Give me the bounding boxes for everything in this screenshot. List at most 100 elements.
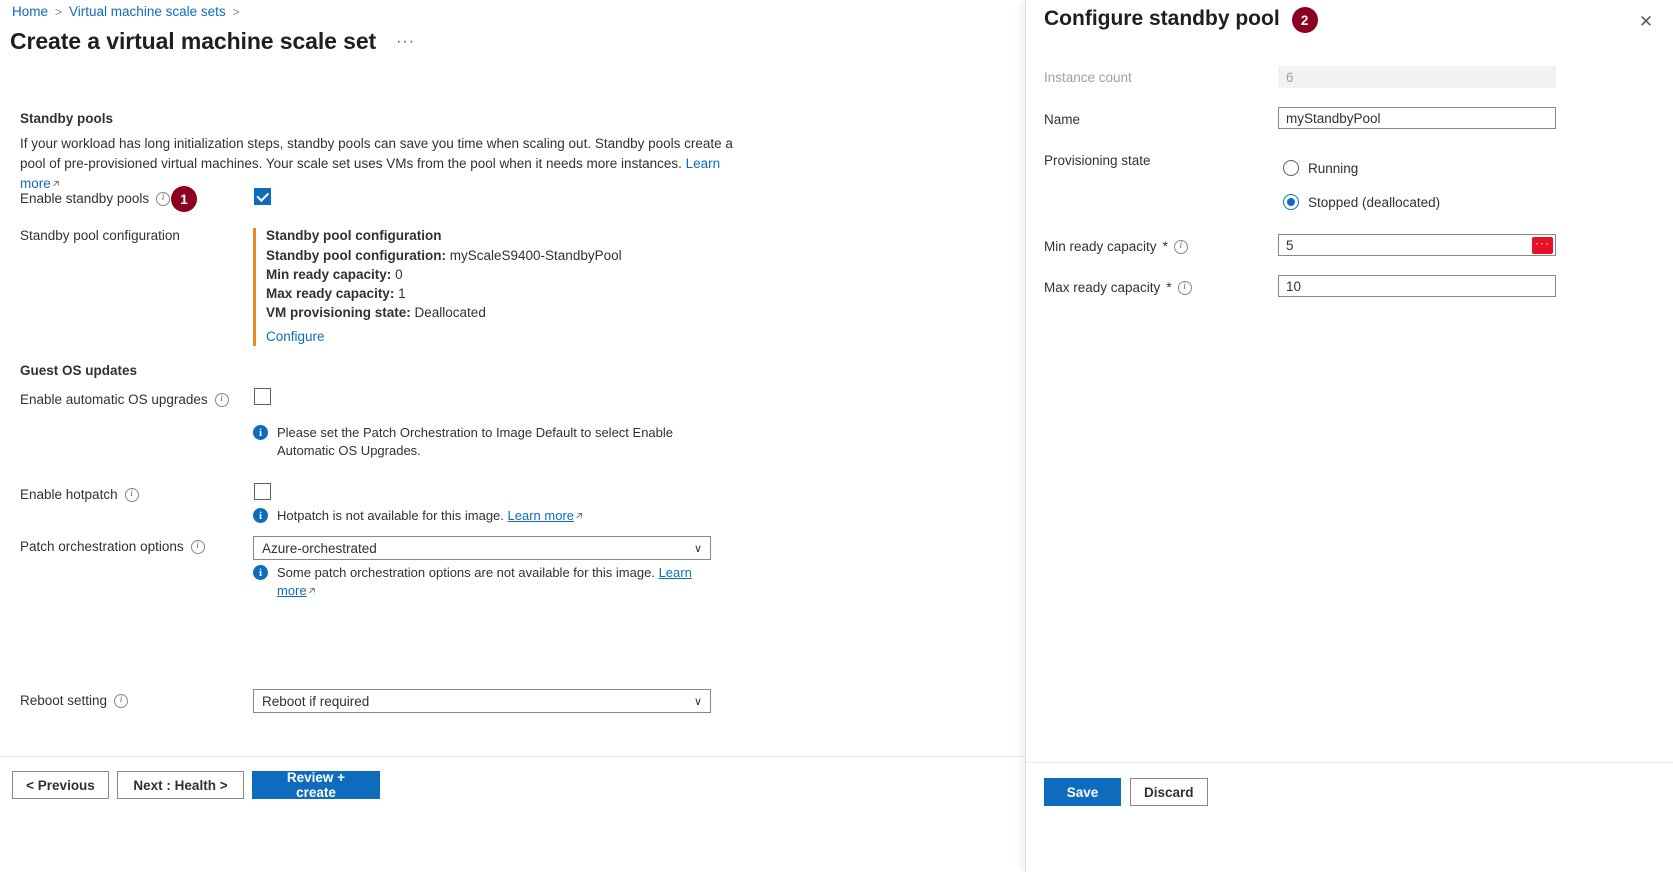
info-circle-icon: i xyxy=(253,508,268,523)
config-summary-name-line: Standby pool configuration: myScaleS9400… xyxy=(266,246,723,265)
radio-icon xyxy=(1283,160,1299,176)
panel-footer-buttons: Save Discard xyxy=(1044,778,1208,806)
config-summary-max-label: Max ready capacity: xyxy=(266,286,394,301)
provisioning-state-label: Provisioning state xyxy=(1044,153,1151,168)
panel-title: Configure standby pool xyxy=(1044,7,1280,31)
hotpatch-note-text: Hotpatch is not available for this image… xyxy=(277,508,504,523)
panel-footer-divider xyxy=(1026,762,1673,763)
max-ready-capacity-label-row: Max ready capacity * i xyxy=(1044,280,1192,295)
reboot-setting-value: Reboot if required xyxy=(262,694,369,709)
reboot-setting-label-row: Reboot setting i xyxy=(20,693,128,708)
required-asterisk: * xyxy=(1166,280,1171,295)
external-link-icon: 🡥 xyxy=(576,511,582,522)
reboot-setting-dropdown[interactable]: Reboot if required ∨ xyxy=(253,689,711,713)
enable-automatic-os-upgrades-label-row: Enable automatic OS upgrades i xyxy=(20,392,229,407)
config-summary-max-line: Max ready capacity: 1 xyxy=(266,284,723,303)
external-link-icon: 🡥 xyxy=(53,179,59,190)
patch-orchestration-note-text: Some patch orchestration options are not… xyxy=(277,565,655,580)
provisioning-state-option-running-label: Running xyxy=(1308,161,1358,176)
more-options-icon[interactable]: ··· xyxy=(392,31,419,53)
enable-automatic-os-upgrades-checkbox[interactable] xyxy=(254,388,271,405)
next-health-button[interactable]: Next : Health > xyxy=(117,771,244,799)
standby-pools-section-title: Standby pools xyxy=(20,111,113,126)
info-circle-icon: i xyxy=(253,565,268,580)
patch-orchestration-note: i Some patch orchestration options are n… xyxy=(253,564,723,601)
config-summary-max-value: 1 xyxy=(398,286,406,301)
info-icon[interactable]: i xyxy=(215,393,229,407)
hotpatch-note: i Hotpatch is not available for this ima… xyxy=(253,507,713,526)
provisioning-state-option-stopped[interactable]: Stopped (deallocated) xyxy=(1283,194,1440,210)
validation-error-icon[interactable]: ··· xyxy=(1532,237,1553,254)
info-icon[interactable]: i xyxy=(114,694,128,708)
enable-hotpatch-label: Enable hotpatch xyxy=(20,487,118,502)
provisioning-state-option-stopped-label: Stopped (deallocated) xyxy=(1308,195,1440,210)
enable-standby-pools-label-row: Enable standby pools i xyxy=(20,191,170,206)
hotpatch-learn-more-link[interactable]: Learn more xyxy=(508,508,574,523)
review-create-button[interactable]: Review + create xyxy=(252,771,380,799)
close-icon[interactable]: ✕ xyxy=(1635,10,1657,32)
provisioning-state-option-running[interactable]: Running xyxy=(1283,160,1358,176)
max-ready-capacity-input[interactable]: 10 xyxy=(1278,275,1556,297)
configure-link[interactable]: Configure xyxy=(266,329,325,344)
name-input[interactable]: myStandbyPool xyxy=(1278,107,1556,129)
standby-pools-description-text: If your workload has long initialization… xyxy=(20,136,733,171)
name-value: myStandbyPool xyxy=(1286,111,1381,126)
info-icon[interactable]: i xyxy=(156,192,170,206)
patch-orchestration-options-dropdown[interactable]: Azure-orchestrated ∨ xyxy=(253,536,711,560)
footer-divider xyxy=(0,756,1025,757)
enable-automatic-os-upgrades-label: Enable automatic OS upgrades xyxy=(20,392,208,407)
hotpatch-note-wrap: Hotpatch is not available for this image… xyxy=(277,507,583,526)
info-circle-icon: i xyxy=(253,425,268,440)
required-asterisk: * xyxy=(1163,239,1168,254)
save-button[interactable]: Save xyxy=(1044,778,1121,806)
instance-count-value: 6 xyxy=(1286,70,1294,85)
min-ready-capacity-value: 5 xyxy=(1286,238,1294,253)
radio-icon-selected xyxy=(1283,194,1299,210)
config-summary-min-label: Min ready capacity: xyxy=(266,267,391,282)
standby-pool-configuration-summary: Standby pool configuration Standby pool … xyxy=(253,228,723,346)
info-icon[interactable]: i xyxy=(125,488,139,502)
config-summary-state-label: VM provisioning state: xyxy=(266,305,411,320)
config-summary-name-value: myScaleS9400-StandbyPool xyxy=(450,248,622,263)
patch-orchestration-options-value: Azure-orchestrated xyxy=(262,541,377,556)
info-icon[interactable]: i xyxy=(1178,281,1192,295)
max-ready-capacity-label: Max ready capacity xyxy=(1044,280,1160,295)
min-ready-capacity-input[interactable]: 5 ··· xyxy=(1278,234,1556,256)
min-ready-capacity-label: Min ready capacity xyxy=(1044,239,1157,254)
enable-hotpatch-checkbox[interactable] xyxy=(254,483,271,500)
info-icon[interactable]: i xyxy=(1174,240,1188,254)
guest-os-updates-section-title: Guest OS updates xyxy=(20,363,137,378)
config-summary-state-value: Deallocated xyxy=(415,305,486,320)
page-title: Create a virtual machine scale set xyxy=(10,28,376,55)
config-summary-title: Standby pool configuration xyxy=(266,228,723,243)
info-icon[interactable]: i xyxy=(191,540,205,554)
breadcrumb-separator-icon: > xyxy=(55,5,62,19)
instance-count-input: 6 xyxy=(1278,66,1556,88)
chevron-down-icon: ∨ xyxy=(694,542,702,555)
patch-orchestration-options-label-row: Patch orchestration options i xyxy=(20,539,205,554)
patch-orchestration-options-label: Patch orchestration options xyxy=(20,539,184,554)
config-summary-name-label: Standby pool configuration: xyxy=(266,248,446,263)
config-summary-state-line: VM provisioning state: Deallocated xyxy=(266,303,723,322)
step-badge-1: 1 xyxy=(171,186,197,212)
discard-button[interactable]: Discard xyxy=(1130,778,1208,806)
configure-standby-pool-panel: Configure standby pool 2 ✕ Instance coun… xyxy=(1025,0,1673,872)
breadcrumb-item-vmss[interactable]: Virtual machine scale sets xyxy=(69,4,226,19)
enable-standby-pools-checkbox[interactable] xyxy=(254,188,271,205)
instance-count-label: Instance count xyxy=(1044,70,1132,85)
enable-hotpatch-label-row: Enable hotpatch i xyxy=(20,487,139,502)
chevron-down-icon: ∨ xyxy=(694,695,702,708)
breadcrumb-item-home[interactable]: Home xyxy=(12,4,48,19)
name-label: Name xyxy=(1044,112,1080,127)
config-summary-min-value: 0 xyxy=(395,267,403,282)
patch-orchestration-note-wrap: Some patch orchestration options are not… xyxy=(277,564,723,601)
page-title-row: Create a virtual machine scale set ··· xyxy=(10,28,419,55)
breadcrumb-separator-icon-2: > xyxy=(233,5,240,19)
automatic-os-upgrades-note-text: Please set the Patch Orchestration to Im… xyxy=(277,424,703,460)
automatic-os-upgrades-note: i Please set the Patch Orchestration to … xyxy=(253,424,703,460)
external-link-icon: 🡥 xyxy=(309,586,315,597)
enable-standby-pools-label: Enable standby pools xyxy=(20,191,149,206)
previous-button[interactable]: < Previous xyxy=(12,771,109,799)
step-badge-2: 2 xyxy=(1292,7,1318,33)
standby-pool-configuration-label: Standby pool configuration xyxy=(20,228,180,243)
